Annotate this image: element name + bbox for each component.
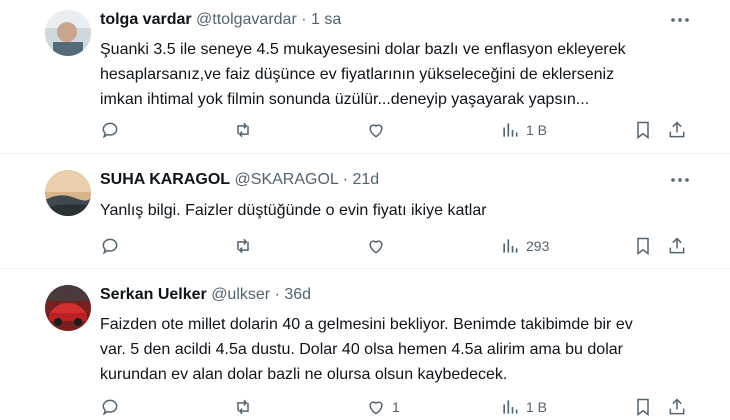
- retweet-icon: [237, 399, 249, 415]
- separator: ·: [342, 171, 348, 188]
- share-button[interactable]: [667, 395, 687, 419]
- divider: [0, 153, 730, 154]
- separator: ·: [301, 11, 307, 28]
- author-handle[interactable]: @ttolgavardar: [196, 11, 297, 28]
- author-handle[interactable]: @SKARAGOL: [235, 171, 339, 188]
- views-icon: [503, 400, 518, 414]
- bookmark-icon: [637, 398, 649, 416]
- views-button[interactable]: 1 B: [500, 118, 547, 142]
- reply-button[interactable]: [100, 395, 120, 419]
- separator: ·: [274, 286, 280, 303]
- tweet-text: Yanlış bilgi. Faizler düştüğünde o evin …: [100, 198, 690, 223]
- reply-button[interactable]: [100, 118, 120, 142]
- tweet-text-line: Yanlış bilgi. Faizler düştüğünde o evin …: [100, 202, 487, 219]
- like-button[interactable]: [366, 118, 392, 142]
- views-count: 1 B: [526, 122, 548, 138]
- like-button[interactable]: [366, 234, 392, 258]
- action-bar: 293: [100, 234, 700, 258]
- author-name[interactable]: tolga vardar: [100, 11, 192, 28]
- retweet-icon: [237, 238, 249, 254]
- heart-icon: [369, 124, 383, 138]
- author-name[interactable]: SUHA KARAGOL: [100, 171, 230, 188]
- tweet-text: Faizden ote millet dolarin 40 a gelmesin…: [100, 312, 690, 387]
- retweet-button[interactable]: [233, 234, 253, 258]
- like-count: 1: [392, 399, 400, 415]
- like-button[interactable]: 1: [366, 395, 400, 419]
- retweet-icon: [237, 122, 249, 138]
- views-icon: [503, 239, 518, 253]
- divider: [0, 268, 730, 269]
- retweet-button[interactable]: [233, 118, 253, 142]
- share-icon: [669, 237, 685, 254]
- action-bar: 1 1 B: [100, 395, 700, 419]
- views-button[interactable]: 1 B: [500, 395, 547, 419]
- tweet[interactable]: tolga vardar @ttolgavardar · 1 sa Şuanki…: [0, 0, 730, 148]
- avatar[interactable]: [45, 170, 91, 216]
- bookmark-button[interactable]: [633, 395, 653, 419]
- bookmark-button[interactable]: [633, 234, 653, 258]
- author-name[interactable]: Serkan Uelker: [100, 286, 207, 303]
- views-icon: [503, 123, 518, 137]
- tweet[interactable]: Serkan Uelker @ulkser · 36d Faizden ote …: [0, 275, 730, 420]
- author-handle[interactable]: @ulkser: [211, 286, 270, 303]
- timestamp[interactable]: 21d: [352, 171, 379, 188]
- share-icon: [669, 121, 685, 138]
- tweet-text-line: Faizden ote millet dolarin 40 a gelmesin…: [100, 316, 633, 333]
- more-icon[interactable]: [670, 10, 690, 30]
- heart-icon: [369, 401, 383, 415]
- reply-icon: [102, 238, 118, 255]
- tweet-text-line: hesaplarsanız,ve faiz düşünce ev fiyatla…: [100, 66, 615, 83]
- heart-icon: [369, 240, 383, 254]
- tweet-text-line: var. 5 den acildi 4.5a dustu. Dolar 40 o…: [100, 341, 623, 358]
- tweet-text-line: imkan ihtimal yok filmin sonunda üzülür.…: [100, 91, 590, 108]
- bookmark-icon: [637, 121, 649, 139]
- tweet-header: tolga vardar @ttolgavardar · 1 sa: [100, 10, 341, 30]
- tweet-text: Şuanki 3.5 ile seneye 4.5 mukayesesini d…: [100, 37, 690, 112]
- tweet-text-line: kurundan ev alan dolar bazli ne olursa o…: [100, 366, 508, 383]
- avatar[interactable]: [45, 285, 91, 331]
- avatar[interactable]: [45, 10, 91, 56]
- action-bar: 1 B: [100, 118, 700, 142]
- bookmark-button[interactable]: [633, 118, 653, 142]
- tweet-text-line: Şuanki 3.5 ile seneye 4.5 mukayesesini d…: [100, 41, 626, 58]
- reply-icon: [102, 122, 118, 139]
- views-count: 1 B: [526, 399, 548, 415]
- timestamp[interactable]: 36d: [284, 286, 311, 303]
- tweet[interactable]: SUHA KARAGOL @SKARAGOL · 21d Yanlış bilg…: [0, 160, 730, 265]
- bookmark-icon: [637, 237, 649, 255]
- share-button[interactable]: [667, 234, 687, 258]
- share-icon: [669, 398, 685, 415]
- tweet-header: SUHA KARAGOL @SKARAGOL · 21d: [100, 170, 379, 190]
- tweet-header: Serkan Uelker @ulkser · 36d: [100, 285, 311, 305]
- views-count: 293: [526, 238, 550, 254]
- reply-icon: [102, 399, 118, 416]
- timestamp[interactable]: 1 sa: [311, 11, 341, 28]
- retweet-button[interactable]: [233, 395, 253, 419]
- share-button[interactable]: [667, 118, 687, 142]
- reply-button[interactable]: [100, 234, 120, 258]
- more-icon[interactable]: [670, 170, 690, 190]
- views-button[interactable]: 293: [500, 234, 549, 258]
